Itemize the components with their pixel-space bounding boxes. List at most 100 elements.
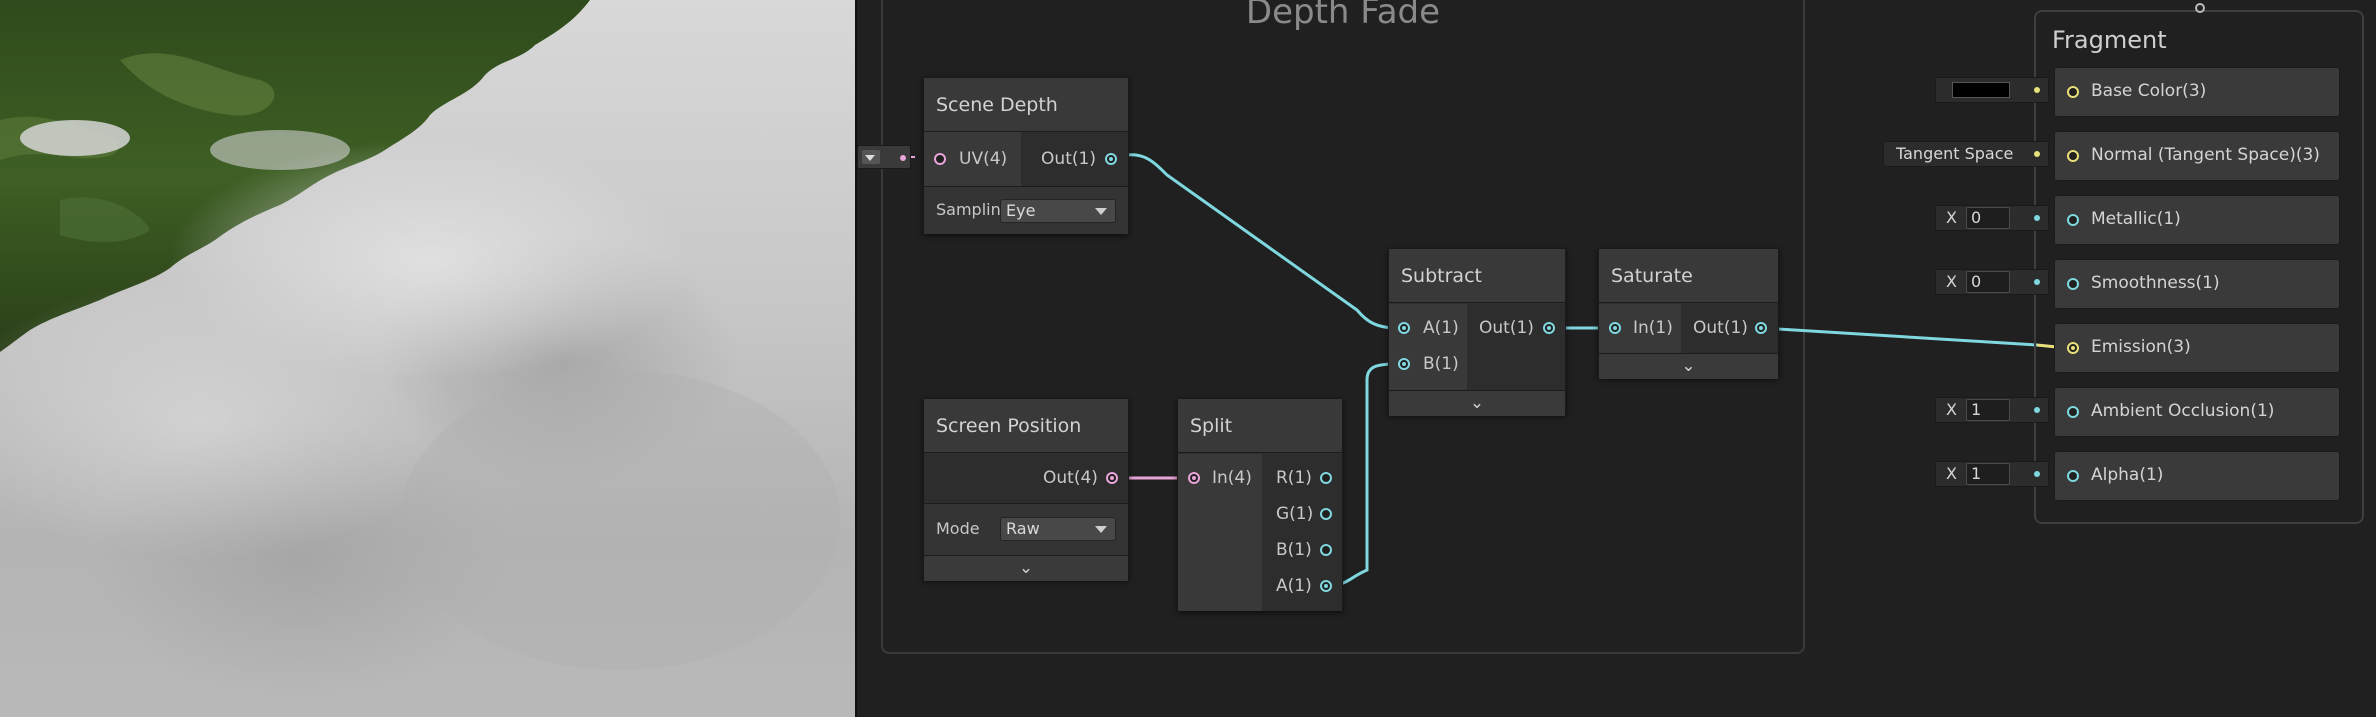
uv-input-label: UV(4): [959, 149, 1008, 169]
chevron-down-icon: ⌄: [1018, 558, 1034, 578]
group-title[interactable]: Depth Fade: [883, 0, 1803, 32]
out-label: Out(1): [1479, 318, 1534, 338]
expand-preview-button[interactable]: ⌄: [924, 555, 1128, 581]
ambient-occlusion-field[interactable]: X 1: [1935, 397, 2049, 423]
alpha-axis-label: X: [1946, 464, 1957, 483]
ambient-occlusion-value[interactable]: 1: [1966, 399, 2010, 421]
base-color-port[interactable]: [2067, 86, 2079, 98]
node-title[interactable]: Saturate: [1599, 249, 1778, 303]
base-color-swatch[interactable]: [1952, 82, 2010, 98]
ambient-occlusion-dot: [2034, 407, 2040, 413]
in-label: In(1): [1633, 318, 1673, 338]
mode-value: Raw: [1006, 519, 1040, 538]
in-label: In(4): [1212, 468, 1252, 488]
smoothness-dot: [2034, 279, 2040, 285]
alpha-port[interactable]: [2067, 470, 2079, 482]
b-input-label: B(1): [1423, 354, 1459, 374]
block-label: Base Color(3): [2091, 81, 2207, 101]
block-ambient-occlusion[interactable]: Ambient Occlusion(1): [2054, 387, 2340, 437]
out-port[interactable]: [1105, 153, 1118, 165]
node-title[interactable]: Split: [1178, 399, 1342, 453]
ambient-occlusion-port[interactable]: [2067, 406, 2079, 418]
emission-port[interactable]: [2067, 342, 2079, 354]
block-metallic[interactable]: Metallic(1): [2054, 195, 2340, 245]
smoothness-axis-label: X: [1946, 272, 1957, 291]
block-smoothness[interactable]: Smoothness(1): [2054, 259, 2340, 309]
alpha-value[interactable]: 1: [1966, 463, 2010, 485]
block-alpha[interactable]: Alpha(1): [2054, 451, 2340, 501]
b-label: B(1): [1276, 540, 1312, 560]
node-subtract[interactable]: Subtract A(1) B(1) Out(1) ⌄: [1388, 248, 1566, 416]
normal-port[interactable]: [2067, 150, 2079, 162]
normal-space-value: Tangent Space: [1896, 144, 2014, 163]
out-label: Out(4): [1043, 468, 1098, 488]
metallic-axis-label: X: [1946, 208, 1957, 227]
fragment-title: Fragment: [2052, 26, 2167, 54]
out-port[interactable]: [1543, 322, 1555, 334]
vertex-connection-port[interactable]: [2195, 3, 2205, 13]
in-port[interactable]: [1188, 472, 1200, 484]
dropdown-caret-icon: [1095, 208, 1107, 215]
smoothness-port[interactable]: [2067, 278, 2079, 290]
metallic-field[interactable]: X 0: [1935, 205, 2049, 231]
block-base-color[interactable]: Base Color(3): [2054, 67, 2340, 117]
out-label: Out(1): [1041, 149, 1096, 169]
uv-input-port[interactable]: [934, 153, 946, 165]
sampling-value: Eye: [1006, 201, 1036, 220]
shader-graph-canvas[interactable]: Depth Fade Scene Depth UV(4) Out(1) Samp…: [857, 0, 2376, 717]
alpha-field[interactable]: X 1: [1935, 461, 2049, 487]
metallic-value[interactable]: 0: [1966, 207, 2010, 229]
normal-dot: [2034, 151, 2040, 157]
dropdown-caret-icon: [1095, 526, 1107, 533]
sampling-label: Samplin: [936, 200, 1001, 219]
uv-default-field[interactable]: [857, 145, 911, 169]
expand-preview-button[interactable]: ⌄: [1599, 353, 1778, 379]
out-port[interactable]: [1106, 472, 1118, 484]
metallic-port[interactable]: [2067, 214, 2079, 226]
mode-dropdown[interactable]: Raw: [1000, 517, 1116, 541]
normal-space-field[interactable]: Tangent Space: [1883, 141, 2049, 167]
base-color-dot: [2034, 87, 2040, 93]
block-normal[interactable]: Normal (Tangent Space)(3): [2054, 131, 2340, 181]
ambient-occlusion-axis-label: X: [1946, 400, 1957, 419]
b-input-port[interactable]: [1398, 358, 1410, 370]
metallic-dot: [2034, 215, 2040, 221]
block-label: Ambient Occlusion(1): [2091, 401, 2275, 421]
smoothness-value[interactable]: 0: [1966, 271, 2010, 293]
terrain-preview-image: [0, 0, 840, 670]
block-label: Normal (Tangent Space)(3): [2091, 145, 2320, 165]
in-port[interactable]: [1609, 322, 1621, 334]
block-label: Emission(3): [2091, 337, 2191, 357]
node-screen-position[interactable]: Screen Position Out(4) Mode Raw ⌄: [923, 398, 1129, 581]
sampling-dropdown[interactable]: Eye: [1000, 199, 1116, 223]
dropdown-caret-icon: [865, 155, 875, 161]
block-label: Metallic(1): [2091, 209, 2181, 229]
node-scene-depth[interactable]: Scene Depth UV(4) Out(1) Samplin Eye: [923, 77, 1129, 234]
r-label: R(1): [1276, 468, 1312, 488]
node-split[interactable]: Split In(4) R(1) G(1) B(1) A(1): [1177, 398, 1343, 611]
g-port[interactable]: [1320, 508, 1332, 520]
expand-preview-button[interactable]: ⌄: [1389, 390, 1565, 416]
smoothness-field[interactable]: X 0: [1935, 269, 2049, 295]
a-input-port[interactable]: [1398, 322, 1410, 334]
block-emission[interactable]: Emission(3): [2054, 323, 2340, 373]
a-input-label: A(1): [1423, 318, 1459, 338]
out-port[interactable]: [1755, 322, 1767, 334]
b-port[interactable]: [1320, 544, 1332, 556]
block-label: Smoothness(1): [2091, 273, 2220, 293]
base-color-field[interactable]: [1935, 77, 2049, 103]
a-port[interactable]: [1320, 580, 1332, 592]
uv-default-dot: [900, 155, 906, 161]
out-label: Out(1): [1693, 318, 1748, 338]
node-title[interactable]: Screen Position: [924, 399, 1128, 453]
g-label: G(1): [1276, 504, 1314, 524]
r-port[interactable]: [1320, 472, 1332, 484]
alpha-dot: [2034, 471, 2040, 477]
node-saturate[interactable]: Saturate In(1) Out(1) ⌄: [1598, 248, 1779, 379]
node-title[interactable]: Scene Depth: [924, 78, 1128, 132]
main-preview: [0, 0, 855, 717]
a-label: A(1): [1276, 576, 1312, 596]
block-label: Alpha(1): [2091, 465, 2164, 485]
node-title[interactable]: Subtract: [1389, 249, 1565, 303]
chevron-down-icon: ⌄: [1681, 356, 1696, 376]
